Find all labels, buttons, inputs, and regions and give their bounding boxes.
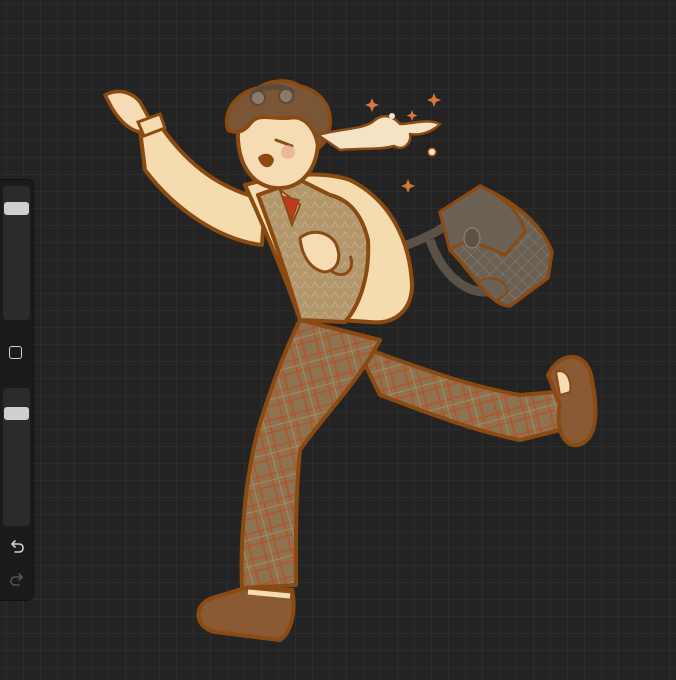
character-head [224, 79, 332, 191]
left-leg [239, 318, 382, 590]
redo-icon[interactable] [4, 568, 29, 590]
brush-sidebar [0, 180, 33, 600]
opacity-slider[interactable] [3, 388, 30, 526]
satchel-bag [438, 184, 554, 308]
brush-size-slider-thumb[interactable] [4, 202, 29, 215]
opacity-slider-thumb[interactable] [4, 407, 29, 420]
brush-size-slider[interactable] [3, 186, 30, 320]
square-icon[interactable] [9, 346, 22, 359]
undo-icon[interactable] [4, 535, 29, 557]
character-illustration[interactable] [0, 0, 676, 680]
motion-streak [316, 114, 442, 152]
right-leg [353, 343, 567, 442]
